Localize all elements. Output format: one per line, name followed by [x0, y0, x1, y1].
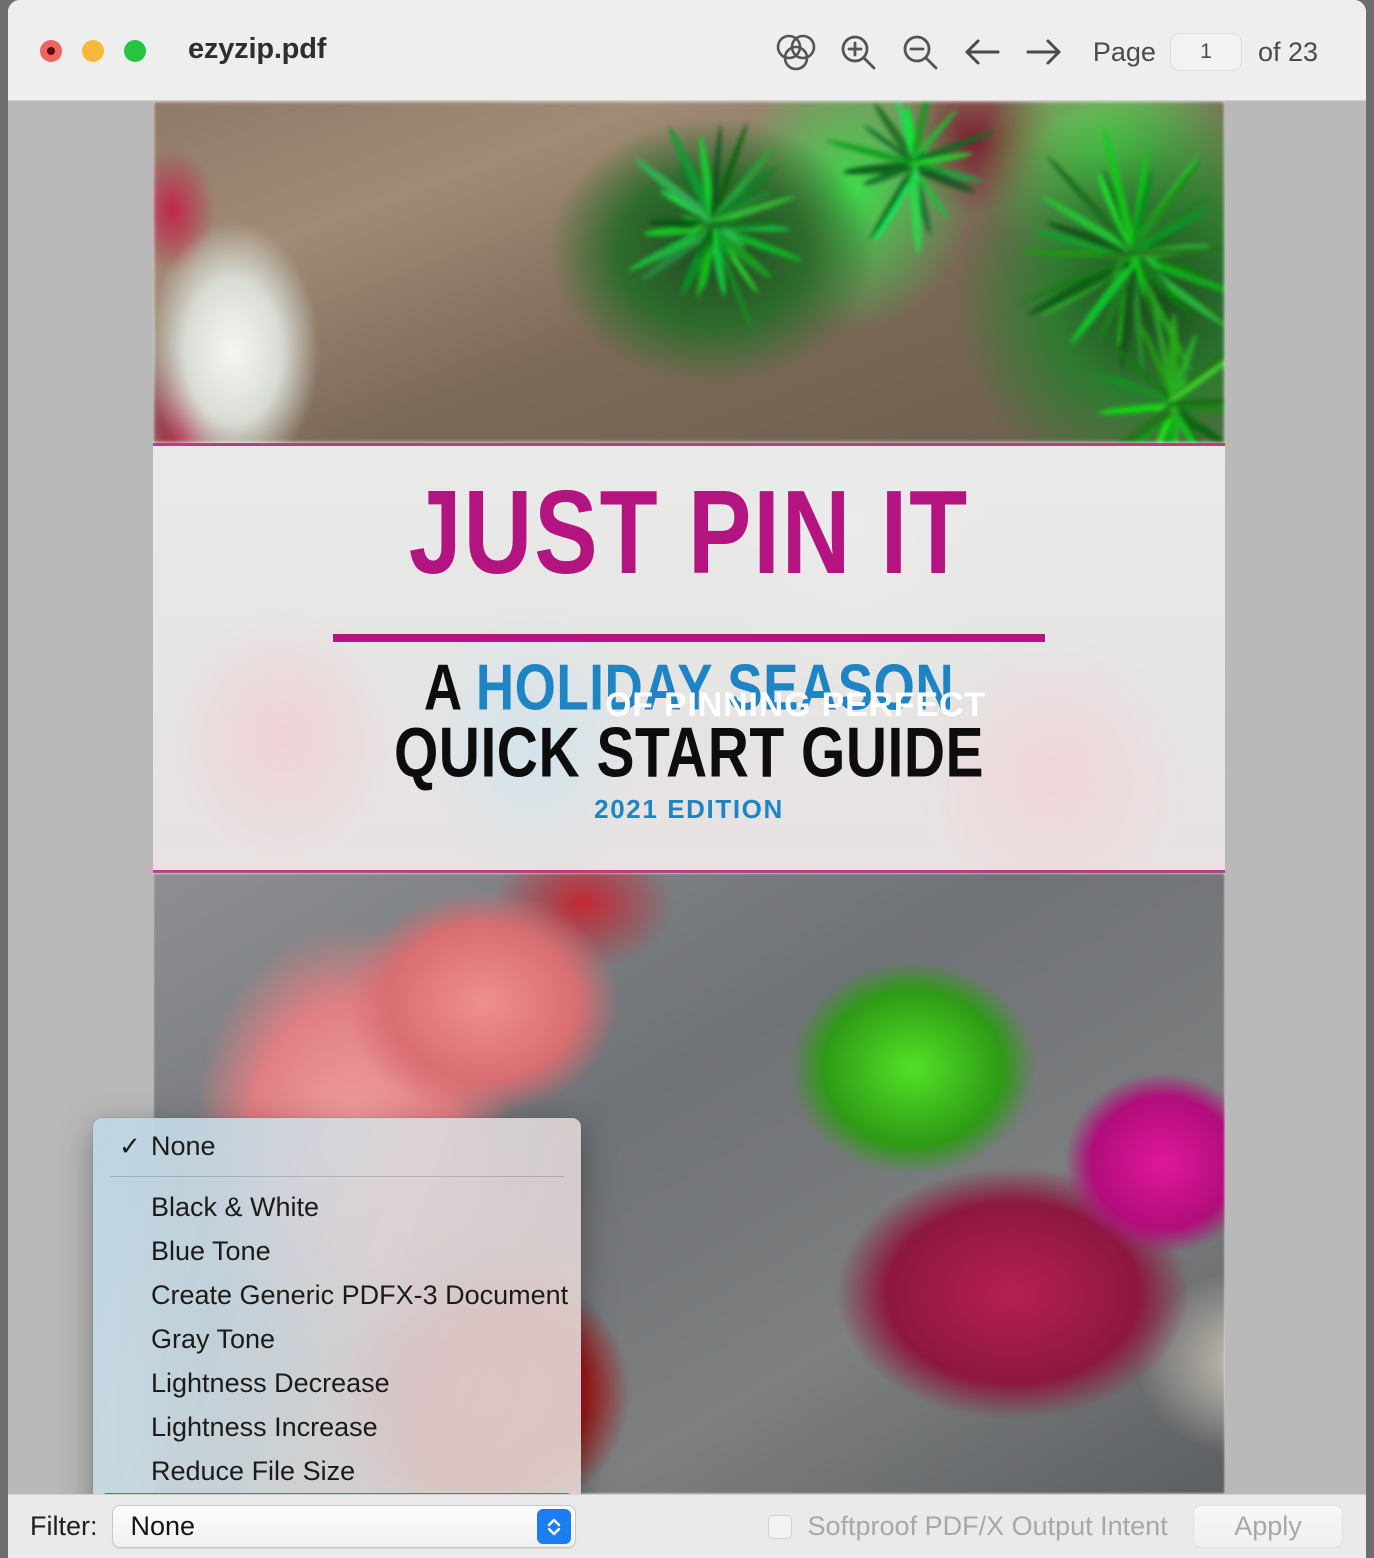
menu-item-label: None	[151, 1131, 573, 1162]
cover-photo-caption: OF PINNING PERFECT	[605, 686, 986, 725]
bottom-toolbar: Filter: None Softproof PDF/X Output Inte…	[8, 1494, 1366, 1558]
close-window-button[interactable]	[40, 40, 62, 62]
minimize-window-button[interactable]	[82, 40, 104, 62]
softproof-label: Softproof PDF/X Output Intent	[808, 1511, 1168, 1542]
menu-item-label: Lightness Decrease	[151, 1368, 573, 1399]
cover-headline: JUST PIN IT	[153, 474, 1225, 593]
filter-selected-value: None	[131, 1511, 196, 1542]
document-title: ezyzip.pdf	[188, 33, 326, 66]
page-total-label: of 23	[1258, 37, 1318, 68]
menu-item-reduce-file-size[interactable]: Reduce File Size	[101, 1449, 573, 1493]
cover-title-block: JUST PIN IT A HOLIDAY SEASON QUICK START…	[153, 443, 1225, 873]
pdf-viewer-window: ezyzip.pdf Page 1 of 23 JUST PIN IT A HO…	[8, 0, 1366, 1558]
cover-subtitle-line2: QUICK START GUIDE	[153, 718, 1225, 789]
cover-edition-label: 2021 EDITION	[153, 794, 1225, 825]
filter-popup-menu[interactable]: ✓ None Black & White Blue Tone Create Ge…	[93, 1118, 581, 1494]
menu-item-label: Black & White	[151, 1192, 573, 1223]
cover-photo-top	[153, 101, 1225, 443]
color-adjust-icon[interactable]	[765, 28, 827, 76]
menu-item-none[interactable]: ✓ None	[101, 1124, 573, 1168]
softproof-checkbox[interactable]	[768, 1515, 792, 1539]
menu-item-label: Lightness Increase	[151, 1412, 573, 1443]
checkmark-icon: ✓	[119, 1133, 151, 1159]
filter-select[interactable]: None	[112, 1505, 576, 1548]
softproof-checkbox-row[interactable]: Softproof PDF/X Output Intent	[768, 1511, 1168, 1542]
maximize-window-button[interactable]	[124, 40, 146, 62]
apply-button[interactable]: Apply	[1193, 1505, 1343, 1548]
window-titlebar: ezyzip.pdf Page 1 of 23	[8, 0, 1366, 101]
menu-item-blue-tone[interactable]: Blue Tone	[101, 1229, 573, 1273]
pdf-content-area[interactable]: JUST PIN IT A HOLIDAY SEASON QUICK START…	[8, 101, 1366, 1494]
menu-item-lightness-decrease[interactable]: Lightness Decrease	[101, 1361, 573, 1405]
page-number-input[interactable]: 1	[1170, 33, 1242, 71]
menu-item-gray-tone[interactable]: Gray Tone	[101, 1317, 573, 1361]
menu-item-create-generic-pdfx3-document[interactable]: Create Generic PDFX-3 Document	[101, 1273, 573, 1317]
menu-item-label: Reduce File Size	[151, 1456, 573, 1487]
menu-item-black-and-white[interactable]: Black & White	[101, 1185, 573, 1229]
chevron-up-down-icon[interactable]	[537, 1509, 571, 1544]
next-page-icon[interactable]	[1013, 28, 1075, 76]
menu-separator	[110, 1176, 564, 1177]
menu-item-label: Blue Tone	[151, 1236, 573, 1267]
previous-page-icon[interactable]	[951, 28, 1013, 76]
menu-item-lightness-increase[interactable]: Lightness Increase	[101, 1405, 573, 1449]
page-label: Page	[1093, 37, 1156, 68]
menu-item-label: Create Generic PDFX-3 Document	[151, 1280, 573, 1311]
menu-item-reduce-file-size-copy[interactable]: Reduce File Size Copy	[101, 1493, 573, 1494]
toolbar: Page 1 of 23	[765, 28, 1318, 76]
filter-label: Filter:	[30, 1511, 98, 1542]
cover-divider-rule	[333, 634, 1045, 642]
zoom-in-icon[interactable]	[827, 28, 889, 76]
zoom-out-icon[interactable]	[889, 28, 951, 76]
menu-item-label: Gray Tone	[151, 1324, 573, 1355]
window-controls	[40, 40, 146, 62]
